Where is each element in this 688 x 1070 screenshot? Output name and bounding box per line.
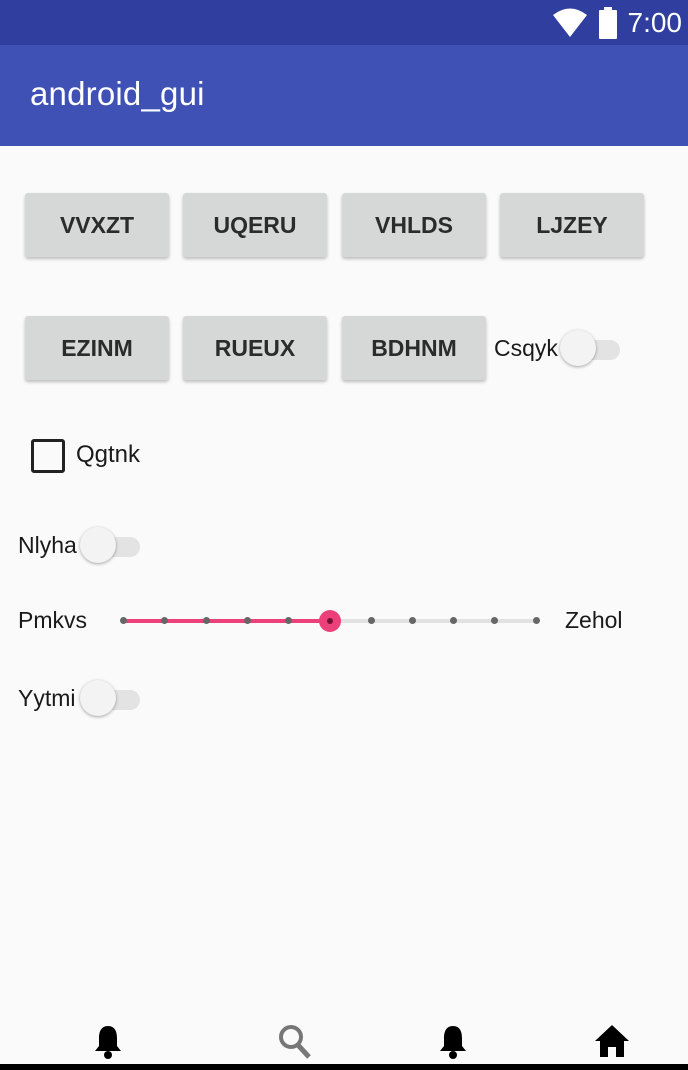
uqeru-button[interactable]: UQERU xyxy=(183,193,327,257)
seekbar-tick xyxy=(120,617,127,624)
seekbar-right-label: Zehol xyxy=(565,607,623,633)
csqyk-switch-label: Csqyk xyxy=(494,335,558,361)
vhlds-button[interactable]: VHLDS xyxy=(342,193,486,257)
battery-icon xyxy=(598,6,617,39)
app-bar: android_gui xyxy=(0,45,688,146)
seekbar-progress xyxy=(123,619,330,623)
seekbar-tick xyxy=(203,617,210,624)
qgtnk-checkbox[interactable] xyxy=(31,439,65,473)
switch-thumb[interactable] xyxy=(560,330,596,366)
seekbar-left-label: Pmkvs xyxy=(18,607,87,633)
seekbar-tick xyxy=(491,617,498,624)
seekbar-tick xyxy=(285,617,292,624)
status-time: 7:00 xyxy=(627,6,683,38)
bdhnm-button[interactable]: BDHNM xyxy=(342,316,486,380)
bell-icon[interactable] xyxy=(92,1024,124,1060)
seekbar-tick xyxy=(368,617,375,624)
switch-thumb[interactable] xyxy=(80,680,116,716)
status-bar: 7:00 xyxy=(0,0,688,45)
nlyha-switch[interactable] xyxy=(80,526,146,564)
seekbar-tick xyxy=(244,617,251,624)
wifi-icon xyxy=(552,8,587,37)
seekbar-tick xyxy=(533,617,540,624)
seekbar-tick xyxy=(409,617,416,624)
switch-thumb[interactable] xyxy=(80,527,116,563)
status-icons: 7:00 xyxy=(552,0,683,45)
qgtnk-checkbox-label[interactable]: Qgtnk xyxy=(76,441,140,469)
nlyha-switch-label: Nlyha xyxy=(18,532,77,558)
seekbar-tick xyxy=(450,617,457,624)
app-title: android_gui xyxy=(30,75,205,112)
ezinm-button[interactable]: EZINM xyxy=(25,316,169,380)
search-icon[interactable] xyxy=(278,1024,312,1060)
vvxzt-button[interactable]: VVXZT xyxy=(25,193,169,257)
seekbar-thumb-center xyxy=(327,618,333,624)
seekbar-tick xyxy=(161,617,168,624)
ljzey-button[interactable]: LJZEY xyxy=(500,193,644,257)
yytmi-switch[interactable] xyxy=(80,679,146,717)
bell-icon[interactable] xyxy=(437,1024,469,1060)
bottom-navigation xyxy=(0,1012,688,1070)
yytmi-switch-label: Yytmi xyxy=(18,685,76,711)
csqyk-switch[interactable] xyxy=(560,329,626,367)
home-icon[interactable] xyxy=(594,1024,630,1058)
rueux-button[interactable]: RUEUX xyxy=(183,316,327,380)
bottom-edge xyxy=(0,1064,688,1070)
